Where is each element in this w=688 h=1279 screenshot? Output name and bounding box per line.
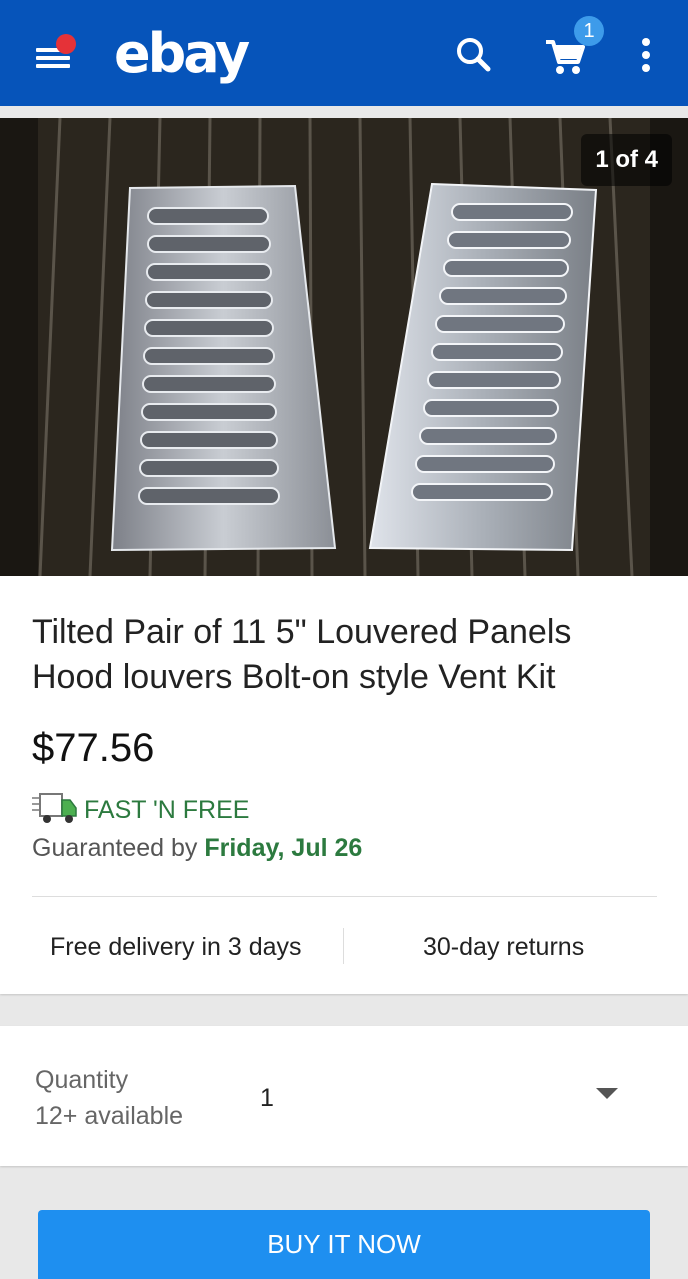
ebay-logo[interactable]: ebay xyxy=(114,22,250,85)
guaranteed-delivery: Guaranteed by Friday, Jul 26 xyxy=(32,834,362,863)
divider xyxy=(32,896,657,897)
item-details-card: Tilted Pair of 11 5" Louvered Panels Hoo… xyxy=(0,576,688,994)
delivery-truck-icon xyxy=(32,793,77,823)
search-icon[interactable] xyxy=(450,30,500,80)
buy-it-now-button[interactable]: BUY IT NOW xyxy=(38,1210,650,1279)
guaranteed-date: Friday, Jul 26 xyxy=(204,834,363,862)
item-title: Tilted Pair of 11 5" Louvered Panels Hoo… xyxy=(32,613,572,696)
fast-n-free-label: FAST 'N FREE xyxy=(84,796,250,824)
quantity-card: Quantity 12+ available 1 xyxy=(0,1026,688,1166)
menu-icon[interactable] xyxy=(30,34,76,78)
item-price: $77.56 xyxy=(32,726,155,770)
more-vertical-icon[interactable] xyxy=(620,30,670,80)
product-image xyxy=(0,117,688,577)
image-counter: 1 of 4 xyxy=(581,134,672,186)
feature-separator xyxy=(343,928,344,964)
free-delivery-feature: Free delivery in 3 days xyxy=(50,933,302,961)
returns-feature: 30-day returns xyxy=(423,933,585,961)
notification-dot xyxy=(56,34,76,54)
app-bar: ebay 1 xyxy=(0,0,688,106)
quantity-label: Quantity xyxy=(35,1066,129,1094)
product-image-gallery[interactable]: 1 of 4 xyxy=(0,117,688,577)
quantity-available: 12+ available xyxy=(35,1102,184,1130)
quantity-select[interactable]: 1 xyxy=(260,1084,274,1113)
cart-count-badge: 1 xyxy=(574,16,604,46)
guaranteed-prefix: Guaranteed by xyxy=(32,834,198,862)
chevron-down-icon[interactable] xyxy=(596,1088,618,1099)
